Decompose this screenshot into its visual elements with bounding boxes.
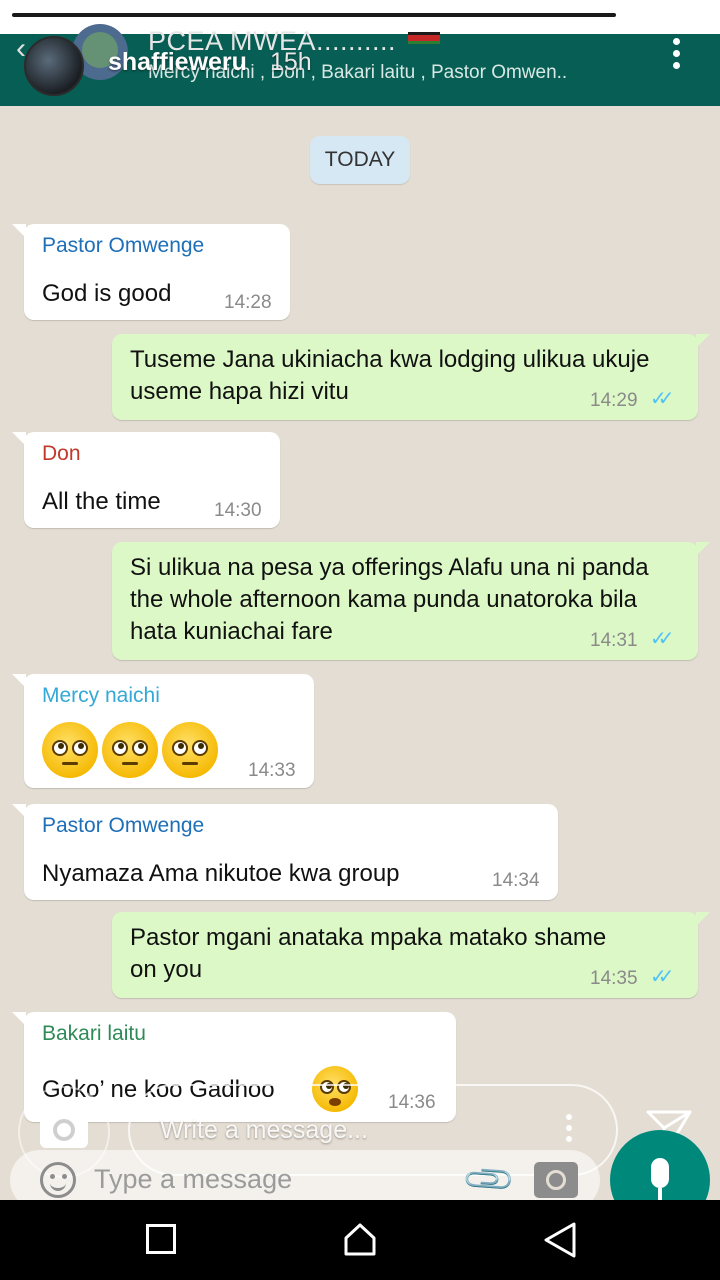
message-bubble-incoming[interactable]: Pastor Omwenge God is good 14:28 [12,224,290,320]
double-check-icon: ✓✓ [650,966,674,988]
message-time: 14:34 [492,870,540,891]
android-nav-bar [0,1200,720,1280]
message-bubble-incoming[interactable]: Pastor Omwenge Nyamaza Ama nikutoe kwa g… [12,804,558,900]
message-bubble-outgoing[interactable]: Pastor mgani anataka mpaka matako shame … [112,912,710,998]
message-bubble-outgoing[interactable]: Tuseme Jana ukiniacha kwa lodging ulikua… [112,334,710,420]
message-sender: Don [42,442,81,465]
message-text: God is good [42,280,172,307]
rolling-eyes-emoji-icon [42,722,98,778]
recent-apps-icon[interactable] [146,1224,176,1254]
message-time: 14:28 [224,292,272,313]
story-progress-bar [12,13,616,17]
message-bubble-incoming[interactable]: Don All the time 14:30 [12,432,280,528]
rolling-eyes-emoji-group [42,722,222,778]
story-reply-placeholder: Write a message... [160,1116,368,1144]
kenya-flag-icon [408,32,440,44]
chat-area: TODAY Pastor Omwenge God is good 14:28 T… [0,106,720,1200]
message-sender: Mercy naichi [42,684,160,707]
message-time: 14:35 [590,968,638,989]
message-time: 14:29 [590,390,638,411]
message-text: Nyamaza Ama nikutoe kwa group [42,860,400,887]
message-time: 14:30 [214,500,262,521]
message-time: 14:31 [590,630,638,651]
message-text: Pastor mgani anataka mpaka matako shame … [130,924,607,983]
story-user-avatar[interactable] [24,36,84,96]
back-icon[interactable] [540,1220,580,1260]
message-sender: Bakari laitu [42,1022,146,1045]
message-text: Tuseme Jana ukiniacha kwa lodging ulikua… [130,346,650,405]
rolling-eyes-emoji-icon [162,722,218,778]
smile-icon[interactable] [40,1162,76,1198]
home-icon[interactable] [340,1220,380,1260]
story-more-icon[interactable] [566,1114,576,1147]
double-check-icon: ✓✓ [650,628,674,650]
camera-icon[interactable] [534,1162,578,1198]
rolling-eyes-emoji-icon [102,722,158,778]
mic-icon [651,1158,669,1188]
message-input-placeholder: Type a message [94,1164,293,1194]
message-bubble-outgoing[interactable]: Si ulikua na pesa ya offerings Alafu una… [112,542,710,660]
date-separator: TODAY [310,136,410,184]
message-sender: Pastor Omwenge [42,234,205,257]
story-time: 15h [270,48,312,76]
message-text: All the time [42,488,161,515]
message-sender: Pastor Omwenge [42,814,205,837]
story-username[interactable]: shaffieweru [108,48,247,77]
message-text: Si ulikua na pesa ya offerings Alafu una… [130,554,649,645]
message-bubble-incoming[interactable]: Mercy naichi 14:33 [12,674,314,788]
message-time: 14:33 [248,760,296,781]
more-vert-icon[interactable] [664,34,688,74]
double-check-icon: ✓✓ [650,388,674,410]
